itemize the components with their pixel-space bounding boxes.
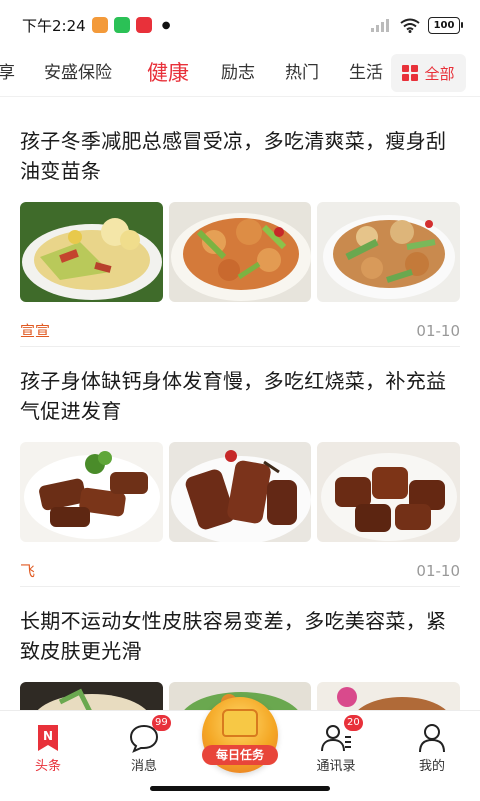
article-images bbox=[20, 202, 461, 302]
wechat-icon bbox=[113, 17, 130, 33]
more-notifications-dot: ● bbox=[161, 19, 171, 31]
status-time: 下午2:24 bbox=[22, 16, 86, 35]
nav-label: 消息 bbox=[130, 759, 157, 774]
message-badge: 99 bbox=[152, 715, 171, 731]
nav-headlines[interactable]: N 头条 bbox=[8, 719, 88, 774]
tab-share[interactable]: 享 bbox=[0, 50, 15, 96]
shopping-app-icon bbox=[135, 17, 152, 33]
food-image[interactable] bbox=[20, 202, 163, 302]
food-image[interactable] bbox=[20, 442, 163, 542]
treasure-chest-icon bbox=[222, 709, 258, 737]
article-title[interactable]: 孩子冬季减肥总感冒受凉，多吃清爽菜，瘦身刮油变苗条 bbox=[20, 126, 460, 186]
article-card[interactable]: 孩子冬季减肥总感冒受凉，多吃清爽菜，瘦身刮油变苗条 宣宣 01-10 bbox=[20, 126, 461, 341]
nav-messages[interactable]: 99 消息 bbox=[104, 715, 184, 774]
all-categories-label: 全部 bbox=[424, 64, 455, 83]
wifi-icon bbox=[400, 18, 420, 33]
nav-contacts[interactable]: 20 通讯录 bbox=[296, 715, 376, 774]
nav-label: 通讯录 bbox=[316, 759, 356, 774]
battery-indicator: 100 bbox=[428, 16, 463, 34]
article-author[interactable]: 飞 bbox=[20, 560, 35, 581]
article-date: 01-10 bbox=[416, 561, 460, 580]
home-indicator[interactable] bbox=[150, 786, 330, 791]
daily-task-label: 每日任务 bbox=[202, 745, 278, 765]
divider bbox=[20, 586, 460, 587]
signal-icon bbox=[371, 19, 389, 32]
nav-label: 头条 bbox=[34, 759, 61, 774]
article-date: 01-10 bbox=[416, 321, 460, 340]
tab-inspiration[interactable]: 励志 bbox=[221, 50, 255, 96]
category-bar: 享 安盛保险 健康 励志 热门 生活 全部 bbox=[0, 50, 480, 97]
article-title[interactable]: 孩子身体缺钙身体发育慢，多吃红烧菜，补充益气促进发育 bbox=[20, 366, 460, 426]
category-tabs: 享 安盛保险 健康 励志 热门 生活 bbox=[0, 50, 400, 96]
food-image[interactable] bbox=[168, 202, 312, 302]
news-icon: N bbox=[38, 725, 58, 751]
tab-axa-insurance[interactable]: 安盛保险 bbox=[44, 50, 112, 96]
food-image[interactable] bbox=[168, 442, 312, 542]
article-title[interactable]: 长期不运动女性皮肤容易变差，多吃美容菜，紧致皮肤更光滑 bbox=[20, 606, 460, 666]
food-image[interactable] bbox=[317, 442, 461, 542]
tab-health[interactable]: 健康 bbox=[147, 50, 189, 96]
contacts-badge: 20 bbox=[344, 715, 363, 731]
article-author[interactable]: 宣宣 bbox=[20, 320, 50, 341]
food-image[interactable] bbox=[317, 202, 461, 302]
daily-task-button[interactable]: 每日任务 bbox=[202, 697, 278, 773]
nav-label: 我的 bbox=[418, 759, 445, 774]
grid-icon bbox=[402, 65, 419, 81]
status-bar: 下午2:24 ● 100 bbox=[0, 0, 480, 50]
article-card[interactable]: 孩子身体缺钙身体发育慢，多吃红烧菜，补充益气促进发育 飞 01-10 bbox=[20, 366, 461, 581]
app-notification-icon bbox=[91, 17, 108, 33]
tab-popular[interactable]: 热门 bbox=[285, 50, 319, 96]
all-categories-button[interactable]: 全部 bbox=[391, 54, 466, 92]
svg-text:N: N bbox=[43, 729, 53, 743]
nav-profile[interactable]: 我的 bbox=[392, 719, 472, 774]
user-icon bbox=[419, 724, 445, 753]
article-images bbox=[20, 442, 461, 542]
divider bbox=[20, 346, 460, 347]
article-meta: 宣宣 01-10 bbox=[20, 320, 460, 341]
article-meta: 飞 01-10 bbox=[20, 560, 460, 581]
tab-life[interactable]: 生活 bbox=[349, 50, 383, 96]
